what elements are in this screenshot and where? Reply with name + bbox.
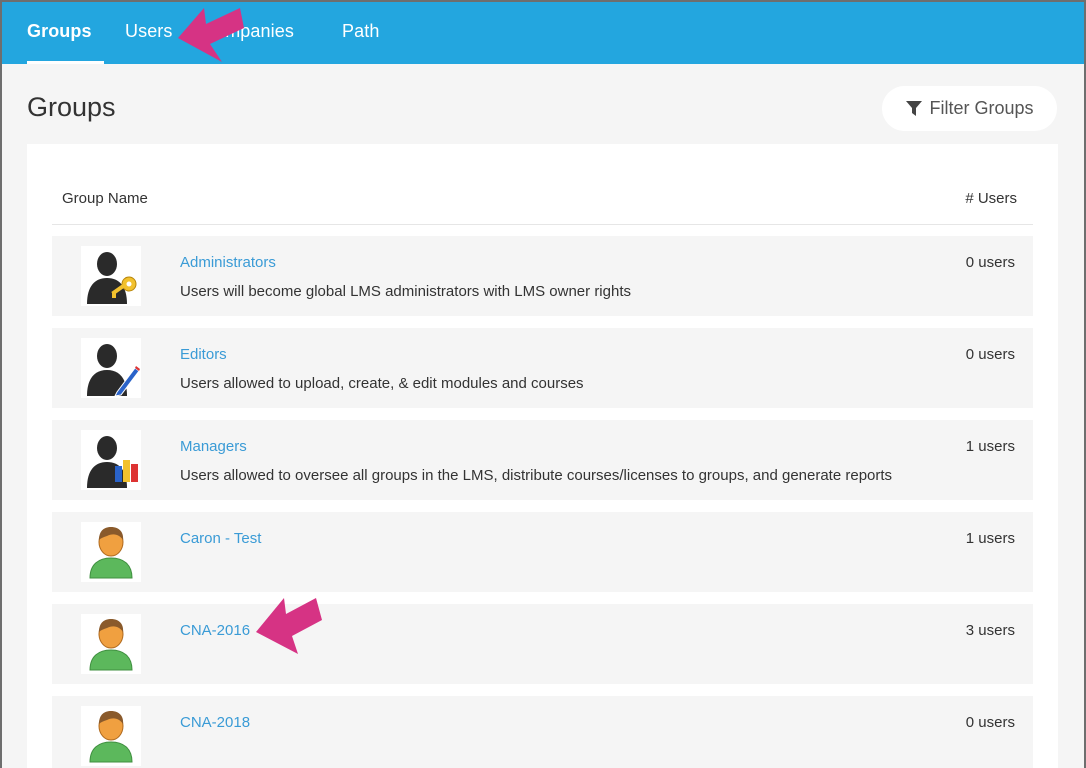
- group-name-link[interactable]: Administrators: [180, 254, 276, 271]
- group-name-link[interactable]: Managers: [180, 438, 247, 455]
- table-row: Managers Users allowed to oversee all gr…: [52, 420, 1033, 500]
- group-description: Users will become global LMS administrat…: [180, 283, 631, 300]
- table-row: Caron - Test 1 users: [52, 512, 1033, 592]
- group-description: Users allowed to upload, create, & edit …: [180, 375, 584, 392]
- tab-groups[interactable]: Groups: [27, 2, 104, 64]
- group-description: Users allowed to oversee all groups in t…: [180, 467, 893, 484]
- table-row: CNA-2018 0 users: [52, 696, 1033, 768]
- group-user-count: 0 users: [965, 254, 1015, 271]
- group-user-count: 1 users: [965, 530, 1015, 547]
- tab-users[interactable]: Users: [125, 2, 173, 64]
- column-header-users: # Users: [965, 190, 1017, 207]
- group-user-count: 1 users: [965, 438, 1015, 455]
- filter-groups-label: Filter Groups: [929, 98, 1034, 118]
- group-user-count: 0 users: [965, 714, 1015, 731]
- groups-table-card: Group Name # Users Administrators Users …: [27, 144, 1058, 768]
- table-header: Group Name # Users: [52, 176, 1033, 225]
- column-header-group-name: Group Name: [62, 190, 148, 207]
- table-row: Editors Users allowed to upload, create,…: [52, 328, 1033, 408]
- group-name-link[interactable]: Editors: [180, 346, 227, 363]
- user-icon: [81, 522, 141, 582]
- annotation-arrow-icon: [256, 598, 322, 654]
- group-user-count: 0 users: [965, 346, 1015, 363]
- admin-key-icon: [81, 246, 141, 306]
- group-name-link[interactable]: CNA-2016: [180, 622, 250, 639]
- filter-icon: [906, 100, 923, 116]
- groups-list: Administrators Users will become global …: [52, 236, 1033, 768]
- manager-chart-icon: [81, 430, 141, 490]
- tab-path[interactable]: Path: [342, 2, 379, 64]
- page-title: Groups: [27, 92, 116, 122]
- group-name-link[interactable]: CNA-2018: [180, 714, 250, 731]
- top-navigation: Groups Users Companies Path: [2, 2, 1084, 64]
- user-icon: [81, 706, 141, 766]
- user-icon: [81, 614, 141, 674]
- annotation-arrow-icon: [178, 8, 244, 62]
- group-user-count: 3 users: [965, 622, 1015, 639]
- table-row: CNA-2016 3 users: [52, 604, 1033, 684]
- filter-groups-button[interactable]: Filter Groups: [882, 86, 1057, 131]
- app-frame: Groups Users Companies Path Groups Filte…: [0, 0, 1086, 768]
- editor-pencil-icon: [81, 338, 141, 398]
- table-row: Administrators Users will become global …: [52, 236, 1033, 316]
- group-name-link[interactable]: Caron - Test: [180, 530, 261, 547]
